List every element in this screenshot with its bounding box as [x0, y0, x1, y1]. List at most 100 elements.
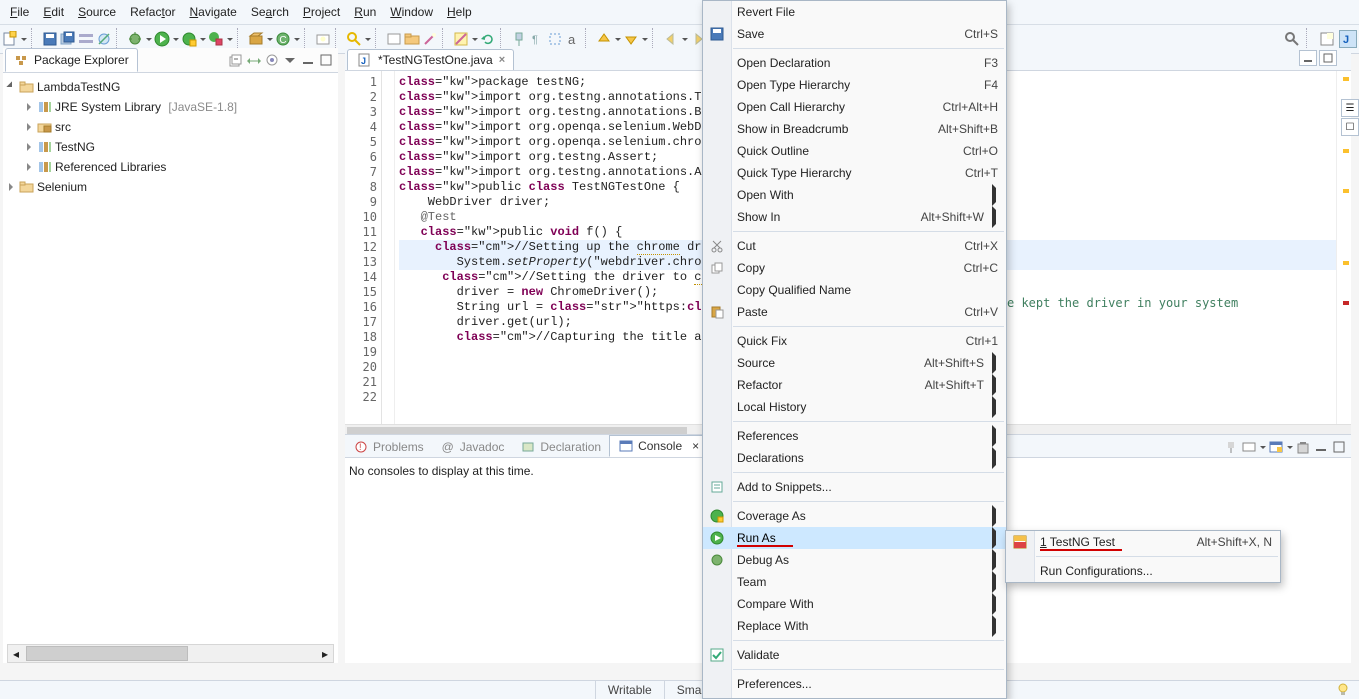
search-icon[interactable] — [346, 31, 362, 47]
ctx-save[interactable]: SaveCtrl+S — [703, 23, 1006, 45]
new-dropdown[interactable] — [20, 31, 27, 47]
ctx-open-with[interactable]: Open With — [703, 184, 1006, 206]
project-root[interactable]: LambdaTestNG — [5, 77, 336, 97]
new-package-icon[interactable] — [248, 31, 264, 47]
ctx-replace-with[interactable]: Replace With — [703, 615, 1006, 637]
external-tools-icon[interactable] — [208, 31, 224, 47]
ctx-show-breadcrumb[interactable]: Show in BreadcrumbAlt+Shift+B — [703, 118, 1006, 140]
ctx-paste[interactable]: PasteCtrl+V — [703, 301, 1006, 323]
menu-help[interactable]: Help — [441, 4, 478, 20]
run-dropdown[interactable] — [172, 31, 179, 47]
editor-maximize[interactable] — [1319, 50, 1337, 66]
tab-console[interactable]: Console× — [609, 435, 708, 457]
new-icon[interactable] — [2, 31, 18, 47]
menu-project[interactable]: Project — [297, 4, 346, 20]
view-menu-icon[interactable] — [282, 52, 298, 68]
ctx-revert-file[interactable]: Revert File — [703, 1, 1006, 23]
debug-dropdown[interactable] — [145, 31, 152, 47]
src-folder[interactable]: src — [5, 117, 336, 137]
perspective-open-icon[interactable] — [1319, 31, 1335, 47]
maximize-icon[interactable] — [1331, 439, 1347, 455]
ctx-coverage-as[interactable]: Coverage As — [703, 505, 1006, 527]
highlight-icon[interactable] — [453, 31, 469, 47]
submenu-run-configurations[interactable]: Run Configurations... — [1006, 560, 1280, 582]
ctx-show-in[interactable]: Show InAlt+Shift+W — [703, 206, 1006, 228]
project-tree[interactable]: LambdaTestNG JRE System Library [JavaSE-… — [3, 73, 338, 201]
annotation-prev-icon[interactable] — [596, 31, 612, 47]
ctx-references[interactable]: References — [703, 425, 1006, 447]
ctx-preferences[interactable]: Preferences... — [703, 673, 1006, 695]
scroll-right-arrow[interactable]: ▸ — [317, 645, 333, 662]
open-type-icon[interactable] — [315, 31, 331, 47]
menu-navigate[interactable]: Navigate — [183, 4, 242, 20]
skip-breakpoints-icon[interactable] — [96, 31, 112, 47]
ctx-quick-outline[interactable]: Quick OutlineCtrl+O — [703, 140, 1006, 162]
ctx-team[interactable]: Team — [703, 571, 1006, 593]
ctx-add-snippets[interactable]: Add to Snippets... — [703, 476, 1006, 498]
editor-tab[interactable]: J *TestNGTestOne.java × — [347, 49, 514, 70]
menu-edit[interactable]: Edit — [37, 4, 70, 20]
text-tool-icon[interactable]: a — [565, 31, 581, 47]
tab-problems[interactable]: !Problems — [345, 437, 432, 457]
remove-launch-icon[interactable] — [1295, 439, 1311, 455]
refresh-icon[interactable] — [480, 31, 496, 47]
referenced-libs[interactable]: Referenced Libraries — [5, 157, 336, 177]
menu-source[interactable]: Source — [72, 4, 122, 20]
tab-javadoc[interactable]: @Javadoc — [432, 437, 513, 457]
menu-window[interactable]: Window — [384, 4, 439, 20]
run-icon[interactable] — [154, 31, 170, 47]
menu-run[interactable]: Run — [348, 4, 382, 20]
save-all-icon[interactable] — [60, 31, 76, 47]
open-console-icon[interactable] — [1268, 439, 1284, 455]
block-selection-icon[interactable] — [547, 31, 563, 47]
ctx-run-as[interactable]: Run As — [703, 527, 1006, 549]
tab-declaration[interactable]: Declaration — [512, 437, 609, 457]
open-task-icon[interactable] — [386, 31, 402, 47]
coverage-icon[interactable] — [181, 31, 197, 47]
tip-icon[interactable] — [1335, 682, 1351, 698]
jre-library[interactable]: JRE System Library [JavaSE-1.8] — [5, 97, 336, 117]
wand-icon[interactable] — [422, 31, 438, 47]
close-icon[interactable]: × — [692, 439, 699, 453]
task-list-icon[interactable]: ☐ — [1341, 118, 1359, 136]
back-icon[interactable] — [663, 31, 679, 47]
run-as-submenu[interactable]: 1 TestNG Test Alt+Shift+X, N Run Configu… — [1005, 530, 1281, 583]
ext-dropdown[interactable] — [226, 31, 233, 47]
display-console-icon[interactable] — [1241, 439, 1257, 455]
ctx-open-call-hierarchy[interactable]: Open Call HierarchyCtrl+Alt+H — [703, 96, 1006, 118]
ctx-compare-with[interactable]: Compare With — [703, 593, 1006, 615]
debug-icon[interactable] — [127, 31, 143, 47]
ctx-source[interactable]: SourceAlt+Shift+S — [703, 352, 1006, 374]
ctx-debug-as[interactable]: Debug As — [703, 549, 1006, 571]
ctx-copy[interactable]: CopyCtrl+C — [703, 257, 1006, 279]
ctx-open-declaration[interactable]: Open DeclarationF3 — [703, 52, 1006, 74]
outline-icon[interactable]: ☰ — [1341, 99, 1359, 117]
minimize-icon[interactable] — [300, 52, 316, 68]
save-icon[interactable] — [42, 31, 58, 47]
ctx-declarations[interactable]: Declarations — [703, 447, 1006, 469]
ctx-copy-qualified[interactable]: Copy Qualified Name — [703, 279, 1006, 301]
menu-search[interactable]: Search — [245, 4, 295, 20]
toggle-breadcrumb-icon[interactable] — [78, 31, 94, 47]
scroll-left-arrow[interactable]: ◂ — [8, 645, 24, 662]
selenium-project[interactable]: Selenium — [5, 177, 336, 197]
package-explorer-tab[interactable]: Package Explorer — [5, 48, 138, 72]
minimize-icon[interactable] — [1313, 439, 1329, 455]
link-editor-icon[interactable] — [246, 52, 262, 68]
context-menu[interactable]: Revert File SaveCtrl+S Open DeclarationF… — [702, 0, 1007, 699]
testng-lib[interactable]: TestNG — [5, 137, 336, 157]
focus-task-icon[interactable] — [264, 52, 280, 68]
perspective-java-icon[interactable]: J — [1339, 30, 1357, 48]
close-icon[interactable]: × — [499, 54, 505, 66]
scrollbar-horizontal[interactable]: ◂ ▸ — [7, 644, 334, 663]
ctx-quick-fix[interactable]: Quick FixCtrl+1 — [703, 330, 1006, 352]
quick-access-search-icon[interactable] — [1284, 31, 1300, 47]
ctx-validate[interactable]: Validate — [703, 644, 1006, 666]
collapse-all-icon[interactable] — [228, 52, 244, 68]
show-whitespace-icon[interactable]: ¶ — [529, 31, 545, 47]
folder-icon[interactable] — [404, 31, 420, 47]
ctx-quick-type-hierarchy[interactable]: Quick Type HierarchyCtrl+T — [703, 162, 1006, 184]
pin-console-icon[interactable] — [1223, 439, 1239, 455]
editor-minimize[interactable] — [1299, 50, 1317, 66]
ctx-refactor[interactable]: RefactorAlt+Shift+T — [703, 374, 1006, 396]
